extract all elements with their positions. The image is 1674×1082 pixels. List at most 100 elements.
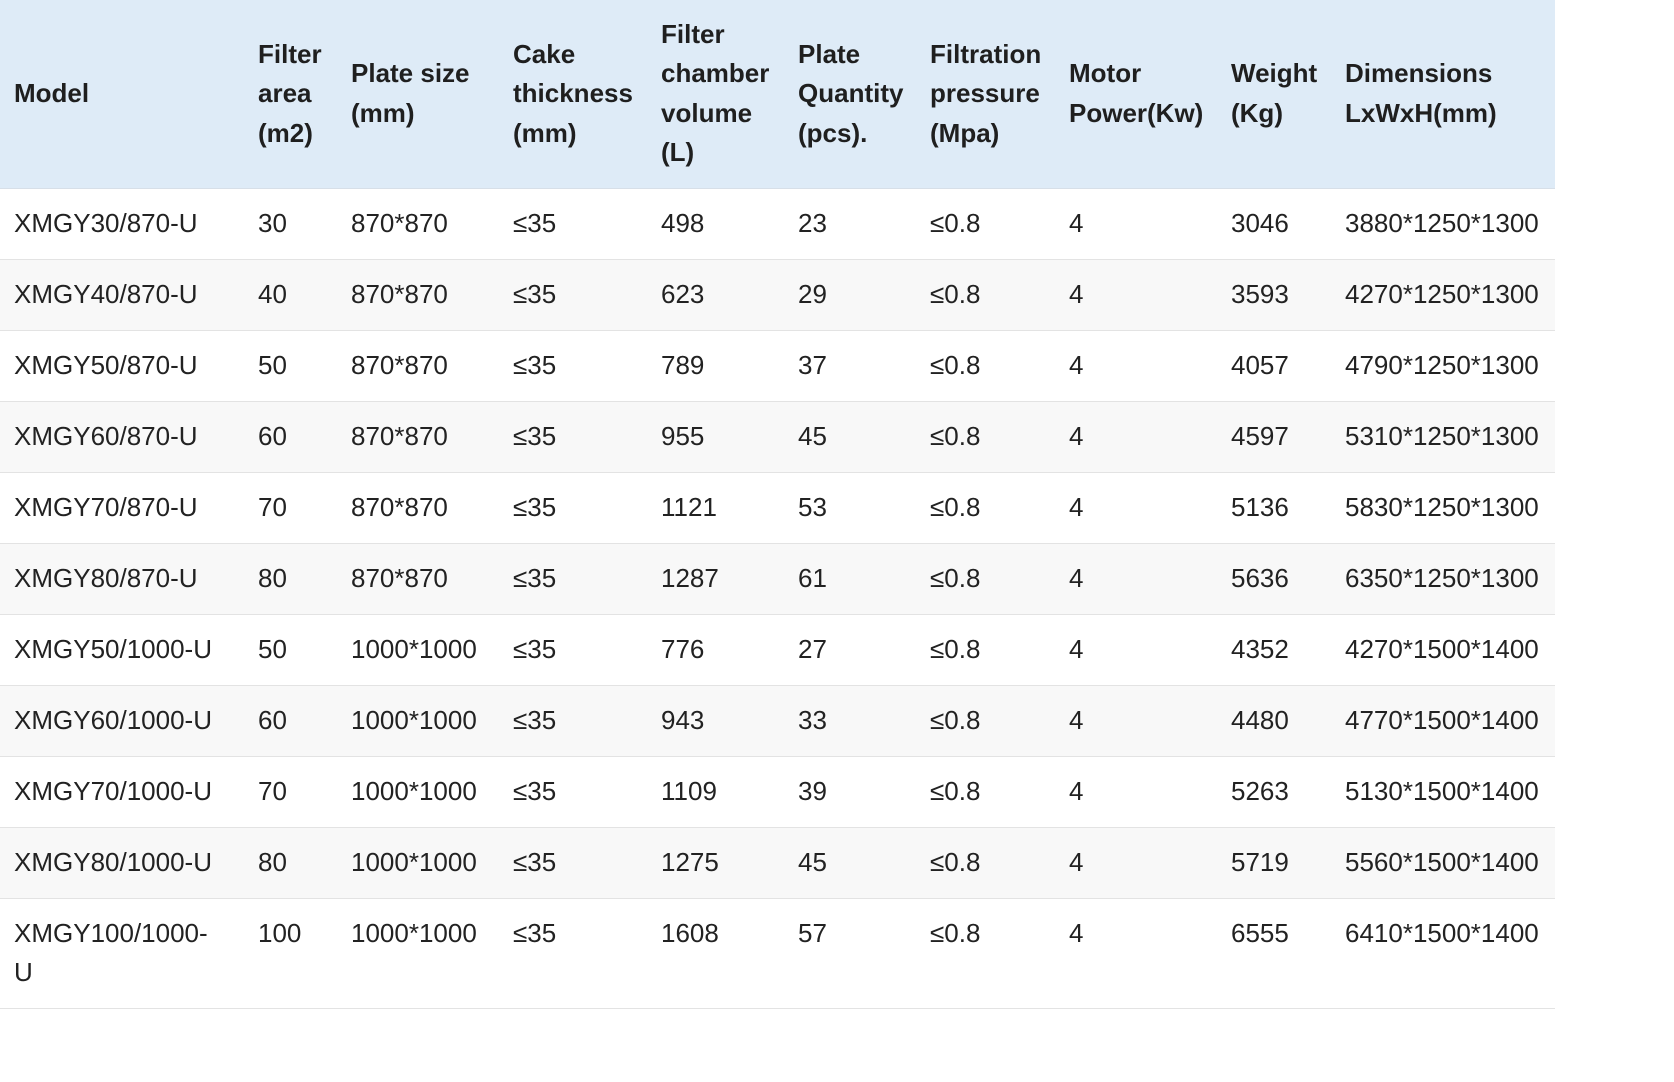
cell-motor-power: 4 xyxy=(1069,775,1084,806)
cell-cake-thickness: ≤35 xyxy=(513,491,557,522)
cell-plate-size: 870*870 xyxy=(351,349,448,380)
cell-dimensions: 4790*1250*1300 xyxy=(1345,349,1539,380)
cell-weight: 4352 xyxy=(1231,633,1289,664)
column-header-line: Filtration xyxy=(930,38,1042,69)
cell-model: XMGY80/1000-U xyxy=(14,846,212,877)
column-header-line: (Kg) xyxy=(1231,97,1283,128)
cell-filtration-pressure: ≤0.8 xyxy=(930,704,981,735)
cell-plate-quantity: 45 xyxy=(798,420,827,451)
spec-table: Model Filter area (m2) Plate size (mm) Cake thi… xyxy=(0,0,1555,1009)
cell-filter-chamber-volume: 789 xyxy=(661,349,705,380)
cell-plate-quantity: 61 xyxy=(798,562,827,593)
cell-weight: 5136 xyxy=(1231,491,1289,522)
cell-cake-thickness: ≤35 xyxy=(513,207,557,238)
cell-dimensions: 4270*1250*1300 xyxy=(1345,278,1539,309)
cell-plate-size: 870*870 xyxy=(351,491,448,522)
cell-filtration-pressure: ≤0.8 xyxy=(930,349,981,380)
cell-filter-chamber-volume: 776 xyxy=(661,633,705,664)
cell-weight: 4057 xyxy=(1231,349,1289,380)
column-header-motor-power: Motor Power(Kw) xyxy=(1055,0,1217,189)
column-header-line: (Mpa) xyxy=(930,117,1000,148)
cell-plate-size: 1000*1000 xyxy=(351,633,477,664)
cell-filter-area: 60 xyxy=(258,420,287,451)
cell-plate-quantity: 23 xyxy=(798,207,827,238)
cell-weight: 5636 xyxy=(1231,562,1289,593)
column-header-line: chamber xyxy=(661,58,770,89)
cell-filter-area: 50 xyxy=(258,349,287,380)
cell-cake-thickness: ≤35 xyxy=(513,846,557,877)
column-header-line: pressure xyxy=(930,78,1040,108)
cell-model: XMGY60/1000-U xyxy=(14,704,212,735)
cell-motor-power: 4 xyxy=(1069,917,1084,948)
column-header-filtration-pressure: Filtration pressure (Mpa) xyxy=(916,0,1055,189)
column-header-line: (m2) xyxy=(258,117,313,148)
cell-model: XMGY100/1000-U xyxy=(14,917,208,987)
cell-plate-size: 1000*1000 xyxy=(351,704,477,735)
cell-plate-size: 870*870 xyxy=(351,420,448,451)
cell-filter-area: 60 xyxy=(258,704,287,735)
cell-plate-size: 870*870 xyxy=(351,562,448,593)
cell-filtration-pressure: ≤0.8 xyxy=(930,420,981,451)
column-header-line: Cake xyxy=(513,38,576,69)
cell-motor-power: 4 xyxy=(1069,562,1084,593)
column-header-line: LxWxH(mm) xyxy=(1345,97,1497,128)
cell-plate-size: 870*870 xyxy=(351,207,448,238)
header-row: Model Filter area (m2) Plate size (mm) Cake thi… xyxy=(0,0,1555,189)
cell-cake-thickness: ≤35 xyxy=(513,633,557,664)
column-header-line: Filter xyxy=(258,38,322,69)
cell-weight: 4480 xyxy=(1231,704,1289,735)
column-header-line: Filter xyxy=(661,18,725,49)
cell-cake-thickness: ≤35 xyxy=(513,562,557,593)
cell-motor-power: 4 xyxy=(1069,278,1084,309)
cell-filter-area: 70 xyxy=(258,775,287,806)
column-header-model: Model xyxy=(0,0,244,189)
spec-table-container: Model Filter area (m2) Plate size (mm) Cake thi… xyxy=(0,0,1555,1082)
cell-plate-quantity: 53 xyxy=(798,491,827,522)
cell-filtration-pressure: ≤0.8 xyxy=(930,491,981,522)
cell-filtration-pressure: ≤0.8 xyxy=(930,207,981,238)
table-body: XMGY30/870-U 30 870*870 ≤35 498 23 ≤0.8 4 3046 38… xyxy=(0,188,1555,1008)
cell-plate-quantity: 45 xyxy=(798,846,827,877)
cell-dimensions: 5560*1500*1400 xyxy=(1345,846,1539,877)
table-row: XMGY60/1000-U 60 1000*1000 ≤35 943 33 ≤0.8 4 448… xyxy=(0,685,1555,756)
cell-dimensions: 5130*1500*1400 xyxy=(1345,775,1539,806)
cell-dimensions: 4770*1500*1400 xyxy=(1345,704,1539,735)
column-header-line: volume xyxy=(661,97,753,128)
table-row: XMGY80/1000-U 80 1000*1000 ≤35 1275 45 ≤0.8 4 57… xyxy=(0,827,1555,898)
cell-filtration-pressure: ≤0.8 xyxy=(930,562,981,593)
column-header-line: Quantity xyxy=(798,78,904,108)
cell-motor-power: 4 xyxy=(1069,420,1084,451)
column-header-line: (L) xyxy=(661,137,695,168)
cell-filter-area: 80 xyxy=(258,562,287,593)
cell-model: XMGY60/870-U xyxy=(14,420,198,451)
cell-dimensions: 6410*1500*1400 xyxy=(1345,917,1539,948)
cell-motor-power: 4 xyxy=(1069,349,1084,380)
column-header-line: Dimensions xyxy=(1345,58,1493,89)
cell-cake-thickness: ≤35 xyxy=(513,775,557,806)
table-header: Model Filter area (m2) Plate size (mm) Cake thi… xyxy=(0,0,1555,189)
table-row: XMGY70/870-U 70 870*870 ≤35 1121 53 ≤0.8 4 5136 5… xyxy=(0,472,1555,543)
cell-plate-quantity: 29 xyxy=(798,278,827,309)
cell-model: XMGY30/870-U xyxy=(14,207,198,238)
cell-model: XMGY50/870-U xyxy=(14,349,198,380)
table-row: XMGY50/1000-U 50 1000*1000 ≤35 776 27 ≤0.8 4 435… xyxy=(0,614,1555,685)
cell-motor-power: 4 xyxy=(1069,633,1084,664)
column-header-line: (pcs). xyxy=(798,117,868,148)
cell-plate-quantity: 27 xyxy=(798,633,827,664)
column-header-line: Motor xyxy=(1069,58,1142,89)
cell-dimensions: 6350*1250*1300 xyxy=(1345,562,1539,593)
cell-cake-thickness: ≤35 xyxy=(513,278,557,309)
cell-filter-chamber-volume: 943 xyxy=(661,704,705,735)
cell-dimensions: 5310*1250*1300 xyxy=(1345,420,1539,451)
cell-plate-size: 1000*1000 xyxy=(351,775,477,806)
table-row: XMGY30/870-U 30 870*870 ≤35 498 23 ≤0.8 4 3046 38… xyxy=(0,188,1555,259)
cell-filtration-pressure: ≤0.8 xyxy=(930,633,981,664)
cell-filtration-pressure: ≤0.8 xyxy=(930,917,981,948)
cell-plate-quantity: 37 xyxy=(798,349,827,380)
column-header-plate-size: Plate size (mm) xyxy=(337,0,499,189)
cell-motor-power: 4 xyxy=(1069,704,1084,735)
cell-filtration-pressure: ≤0.8 xyxy=(930,846,981,877)
cell-filtration-pressure: ≤0.8 xyxy=(930,775,981,806)
table-row: XMGY40/870-U 40 870*870 ≤35 623 29 ≤0.8 4 3593 42… xyxy=(0,259,1555,330)
cell-filter-chamber-volume: 1121 xyxy=(661,491,717,522)
